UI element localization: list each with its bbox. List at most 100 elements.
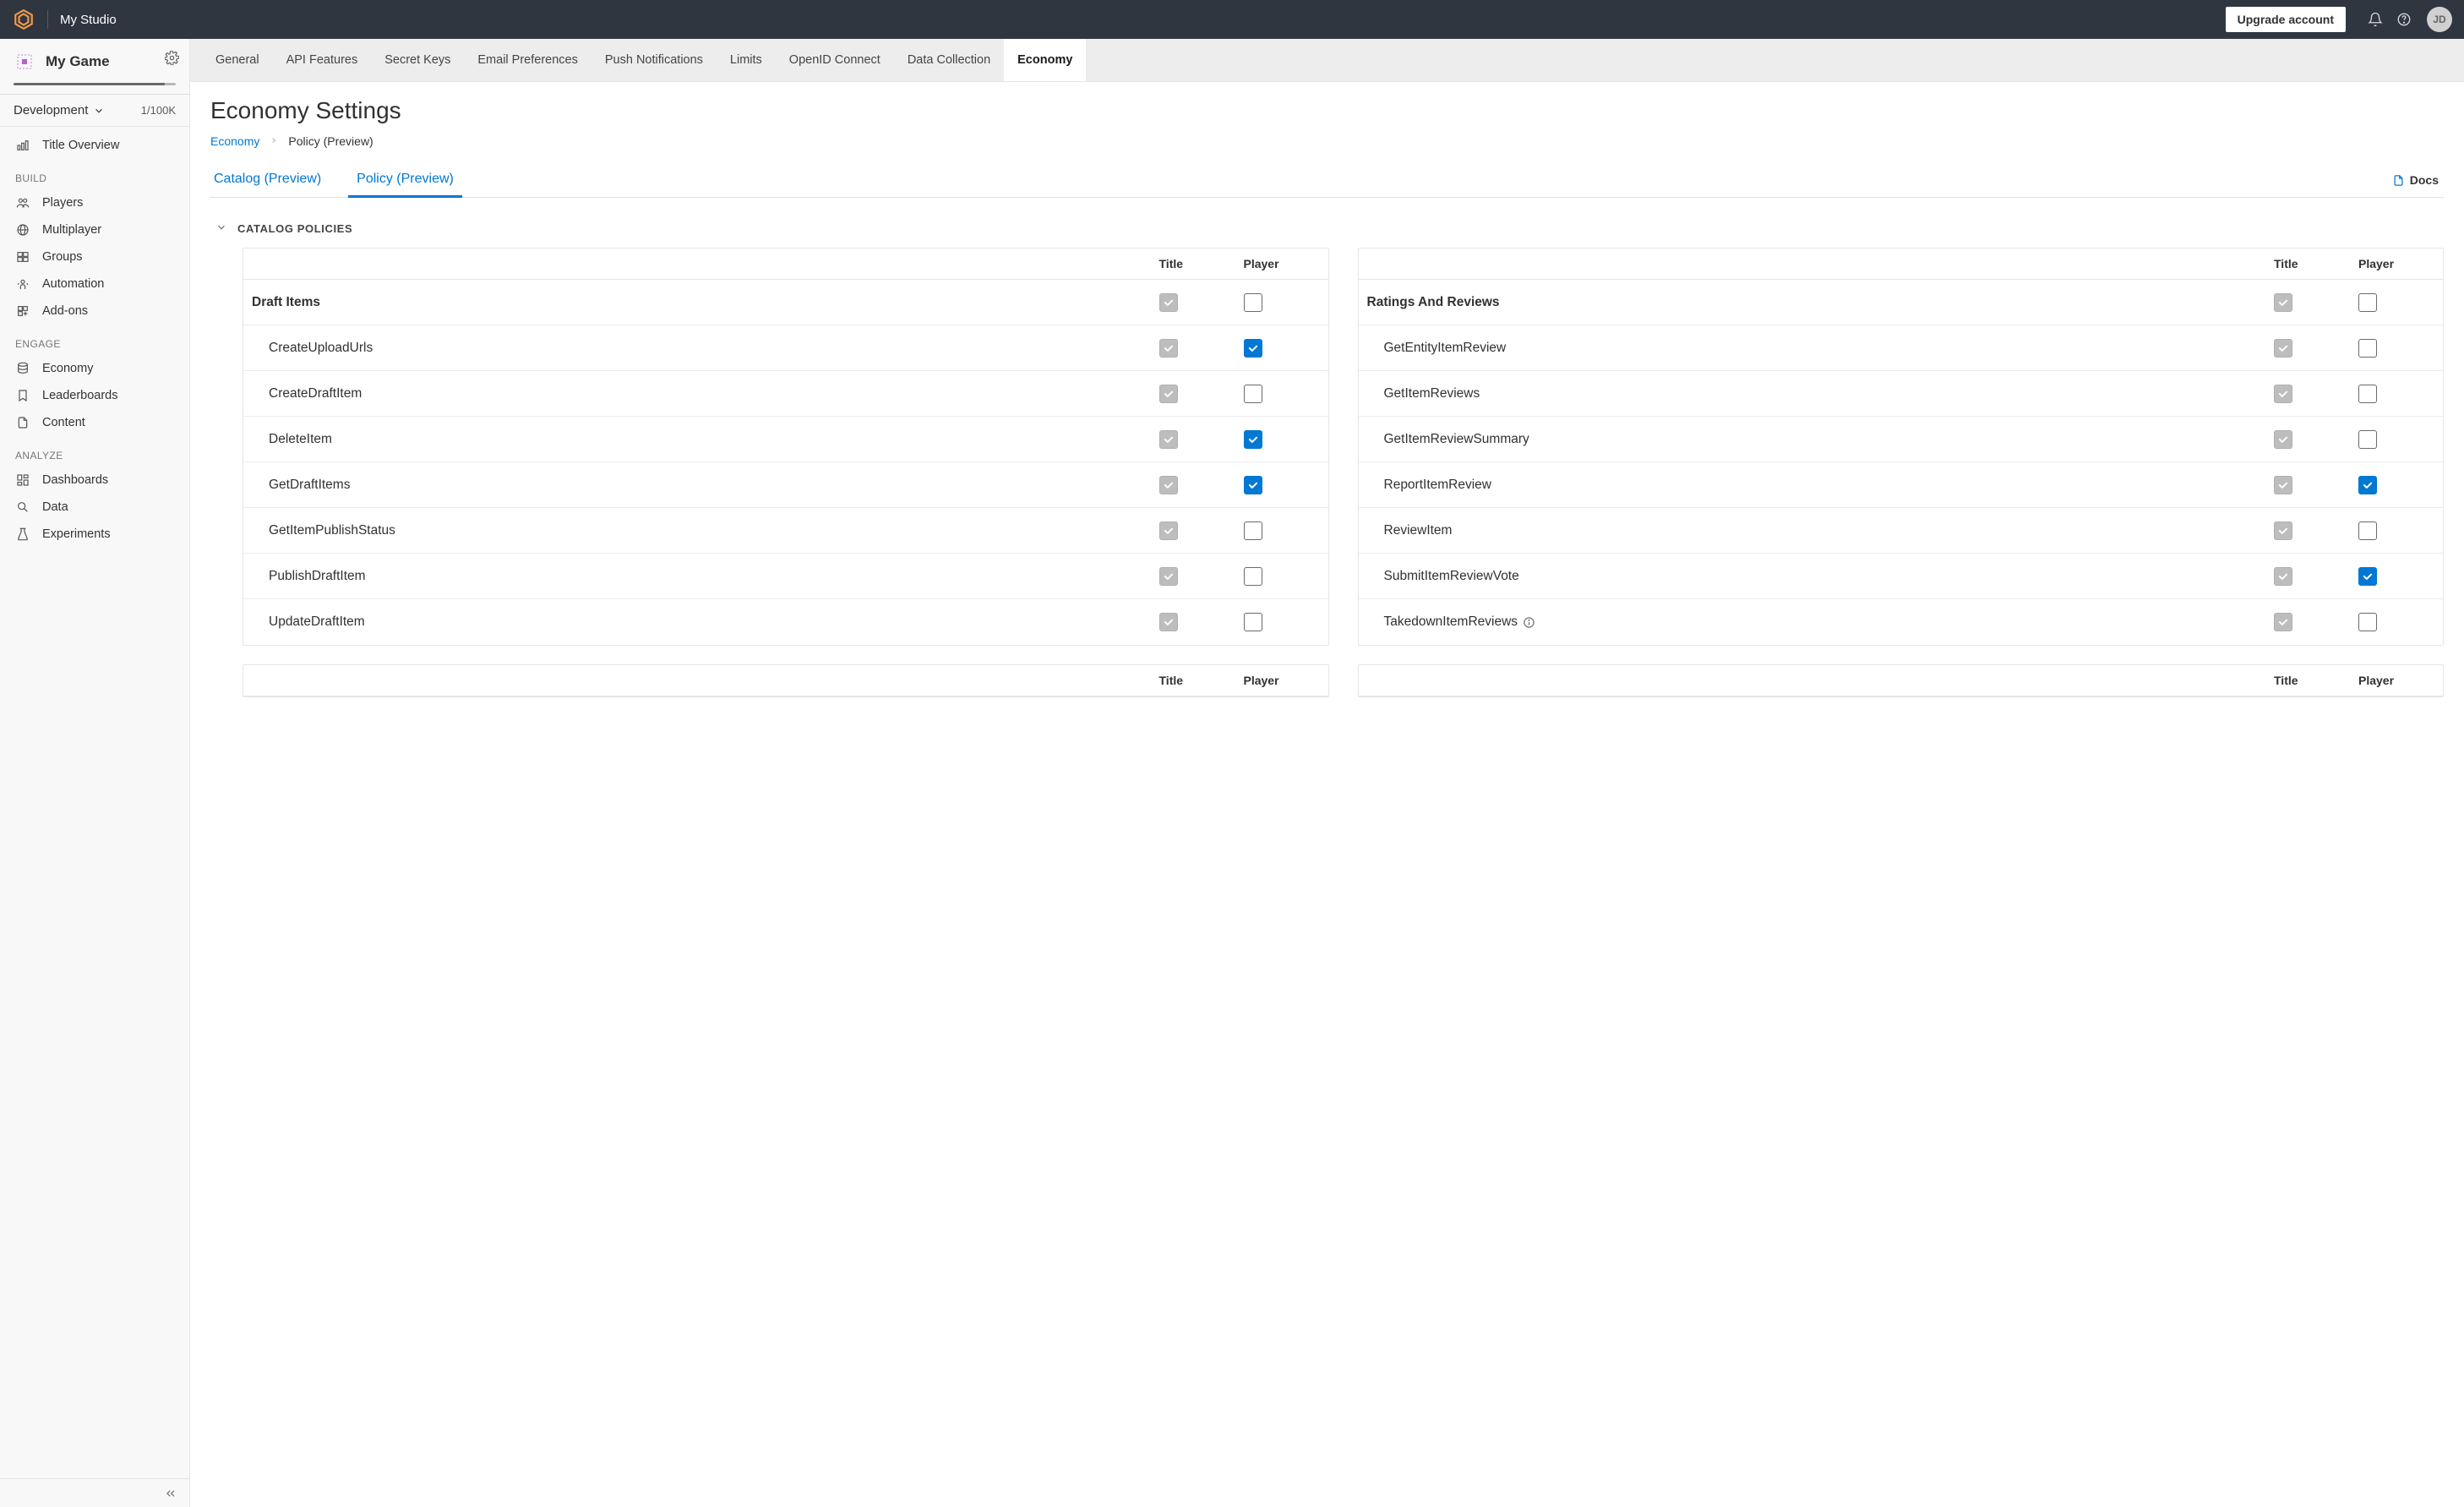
policy-table-left: TitlePlayerDraft ItemsCreateUploadUrlsCr… [243, 248, 1329, 646]
checkbox[interactable] [2358, 476, 2377, 494]
tab-limits[interactable]: Limits [717, 39, 776, 81]
checkbox[interactable] [2358, 339, 2377, 358]
checkbox[interactable] [1244, 567, 1262, 586]
tab-openid-connect[interactable]: OpenID Connect [776, 39, 894, 81]
breadcrumb-economy-link[interactable]: Economy [210, 134, 259, 148]
checkbox[interactable] [2358, 293, 2377, 312]
globe-icon [15, 222, 30, 238]
checkbox[interactable] [1244, 476, 1262, 494]
policy-name: CreateUploadUrls [269, 341, 373, 356]
usage-progress-bar [14, 83, 176, 85]
policy-row: UpdateDraftItem [243, 599, 1328, 645]
checkbox[interactable] [1244, 339, 1262, 358]
policy-row: PublishDraftItem [243, 554, 1328, 599]
sidebar-item-label: Leaderboards [42, 389, 118, 402]
sidebar-item-data[interactable]: Data [0, 494, 189, 521]
chevron-down-icon [215, 221, 227, 236]
checkbox[interactable] [1244, 293, 1262, 312]
tab-api-features[interactable]: API Features [273, 39, 372, 81]
checkbox[interactable] [2358, 521, 2377, 540]
checkbox [1159, 476, 1178, 494]
sidebar-item-groups[interactable]: Groups [0, 243, 189, 270]
environment-dropdown[interactable]: Development [14, 103, 105, 117]
checkbox[interactable] [1244, 430, 1262, 449]
tab-general[interactable]: General [202, 39, 273, 81]
policy-table-right: TitlePlayerRatings And ReviewsGetEntityI… [1358, 248, 2445, 646]
environment-label: Development [14, 103, 88, 117]
collapse-sidebar-button[interactable] [0, 1478, 189, 1507]
tab-data-collection[interactable]: Data Collection [894, 39, 1004, 81]
checkbox[interactable] [2358, 430, 2377, 449]
sidebar-item-label: Title Overview [42, 139, 119, 152]
tab-secret-keys[interactable]: Secret Keys [371, 39, 464, 81]
sidebar-item-experiments[interactable]: Experiments [0, 521, 189, 548]
catalog-policies-label: CATALOG POLICIES [237, 222, 352, 235]
sidebar-item-label: Groups [42, 250, 83, 264]
policy-name: UpdateDraftItem [269, 614, 365, 630]
checkbox [2274, 293, 2292, 312]
sidebar-item-multiplayer[interactable]: Multiplayer [0, 216, 189, 243]
addons-icon [15, 303, 30, 319]
policy-row: CreateUploadUrls [243, 325, 1328, 371]
sidebar-item-economy[interactable]: Economy [0, 355, 189, 382]
policy-table-right-2: Title Player [1358, 664, 2445, 697]
sidebar-item-label: Automation [42, 277, 104, 291]
docs-link[interactable]: Docs [2392, 173, 2444, 187]
database-icon [15, 361, 30, 376]
logo-icon [12, 8, 35, 31]
sidebar-item-players[interactable]: Players [0, 189, 189, 216]
policy-name: CreateDraftItem [269, 386, 362, 401]
policy-row: DeleteItem [243, 417, 1328, 462]
breadcrumb: Economy Policy (Preview) [210, 134, 2444, 148]
topbar-divider [47, 10, 48, 29]
col-header-player: Player [1244, 665, 1328, 696]
sidebar-item-leaderboards[interactable]: Leaderboards [0, 382, 189, 409]
game-name[interactable]: My Game [46, 53, 110, 70]
checkbox[interactable] [2358, 567, 2377, 586]
breadcrumb-current: Policy (Preview) [288, 134, 373, 148]
info-icon[interactable] [1523, 616, 1535, 629]
policy-name: GetItemPublishStatus [269, 523, 395, 538]
user-avatar[interactable]: JD [2427, 7, 2452, 32]
checkbox [2274, 567, 2292, 586]
settings-gear-icon[interactable] [165, 51, 179, 68]
studio-name[interactable]: My Studio [60, 13, 117, 27]
sidebar-item-dashboards[interactable]: Dashboards [0, 467, 189, 494]
checkbox[interactable] [2358, 613, 2377, 631]
upgrade-account-button[interactable]: Upgrade account [2226, 7, 2346, 32]
checkbox[interactable] [2358, 385, 2377, 403]
subtab-policy-preview[interactable]: Policy (Preview) [353, 163, 457, 197]
checkbox[interactable] [1244, 521, 1262, 540]
sidebar-item-automation[interactable]: Automation [0, 270, 189, 298]
tab-economy[interactable]: Economy [1004, 39, 1086, 81]
checkbox [1159, 521, 1178, 540]
checkbox [1159, 339, 1178, 358]
policy-row: CreateDraftItem [243, 371, 1328, 417]
notifications-icon[interactable] [2361, 5, 2390, 34]
sidebar-item-add-ons[interactable]: Add-ons [0, 298, 189, 325]
policy-row: GetItemPublishStatus [243, 508, 1328, 554]
col-header-title: Title [2274, 248, 2358, 279]
policy-row: ReportItemReview [1359, 462, 2444, 508]
sidebar-section-build: BUILD [0, 159, 189, 189]
policy-group-row: Ratings And Reviews [1359, 280, 2444, 325]
sidebar-item-content[interactable]: Content [0, 409, 189, 436]
tab-push-notifications[interactable]: Push Notifications [591, 39, 717, 81]
policy-row: GetItemReviews [1359, 371, 2444, 417]
policy-row: GetEntityItemReview [1359, 325, 2444, 371]
policy-row: TakedownItemReviews [1359, 599, 2444, 645]
sidebar-item-title-overview[interactable]: Title Overview [0, 132, 189, 159]
col-header-player: Player [1244, 248, 1328, 279]
policy-name: PublishDraftItem [269, 569, 366, 584]
checkbox[interactable] [1244, 385, 1262, 403]
catalog-policies-section-header[interactable]: CATALOG POLICIES [210, 221, 2444, 236]
subtab-catalog-preview[interactable]: Catalog (Preview) [210, 163, 324, 197]
col-header-player: Player [2358, 248, 2443, 279]
tab-email-preferences[interactable]: Email Preferences [464, 39, 591, 81]
checkbox[interactable] [1244, 613, 1262, 631]
sidebar-item-label: Experiments [42, 527, 111, 541]
usage-count: 1/100K [141, 104, 176, 117]
policy-group-name: Draft Items [243, 295, 1159, 310]
policy-group-row: Draft Items [243, 280, 1328, 325]
help-icon[interactable] [2390, 5, 2418, 34]
